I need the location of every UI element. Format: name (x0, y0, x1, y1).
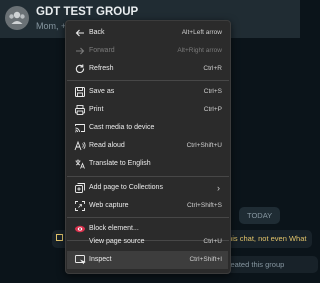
menu-item-read-aloud[interactable]: Read aloud Ctrl+Shift+U (67, 137, 228, 155)
menu-item-shortcut: Ctrl+P (203, 106, 222, 113)
encryption-notice-text: this chat, not even What (226, 234, 307, 243)
menu-item-label: Web capture (89, 202, 129, 209)
menu-item-shortcut: Ctrl+R (203, 65, 222, 72)
menu-item-view-source[interactable]: View page source Ctrl+U (67, 233, 228, 251)
cast-icon (74, 122, 86, 134)
menu-item-forward[interactable]: Forward Alt+Right arrow (67, 42, 228, 60)
menu-item-add-to-collections[interactable]: Add page to Collections › (67, 179, 228, 197)
menu-item-shortcut: Ctrl+U (203, 238, 222, 245)
menu-item-shortcut: Ctrl+Shift+U (186, 142, 222, 149)
menu-item-shortcut: Ctrl+S (203, 88, 222, 95)
menu-item-label: Add page to Collections (89, 184, 163, 191)
menu-item-label: Read aloud (89, 142, 125, 149)
menu-item-inspect[interactable]: Inspect Ctrl+Shift+I (67, 251, 228, 269)
menu-separator (67, 176, 229, 177)
menu-item-label: View page source (89, 238, 145, 245)
menu-separator (67, 217, 229, 218)
chevron-right-icon: › (217, 183, 220, 193)
menu-item-web-capture[interactable]: Web capture Ctrl+Shift+S (67, 197, 228, 215)
back-arrow-icon (74, 27, 86, 39)
save-icon (74, 86, 86, 98)
menu-item-label: Refresh (89, 65, 114, 72)
menu-item-translate[interactable]: Translate to English (67, 155, 228, 173)
inspect-icon (74, 254, 86, 266)
group-avatar[interactable] (5, 6, 29, 30)
menu-item-label: Back (89, 29, 105, 36)
menu-item-label: Cast media to device (89, 124, 155, 131)
menu-item-label: Inspect (89, 256, 112, 263)
menu-item-shortcut: Ctrl+Shift+I (189, 256, 222, 263)
menu-item-shortcut: Ctrl+Shift+S (186, 202, 222, 209)
print-icon (74, 104, 86, 116)
menu-item-cast-media[interactable]: Cast media to device (67, 119, 228, 137)
lock-icon (56, 234, 63, 241)
menu-item-save-as[interactable]: Save as Ctrl+S (67, 83, 228, 101)
menu-item-label: Save as (89, 88, 115, 95)
menu-item-back[interactable]: Back Alt+Left arrow (67, 24, 228, 42)
chat-title[interactable]: GDT TEST GROUP (36, 6, 138, 18)
group-avatar-icon (9, 11, 25, 24)
date-badge: TODAY (239, 207, 281, 224)
menu-item-shortcut: Alt+Right arrow (177, 47, 222, 54)
menu-item-refresh[interactable]: Refresh Ctrl+R (67, 60, 228, 78)
web-capture-icon (74, 200, 86, 212)
context-menu: Back Alt+Left arrow Forward Alt+Right ar… (65, 20, 231, 274)
menu-item-label: Translate to English (89, 160, 151, 167)
forward-arrow-icon (74, 45, 86, 57)
menu-item-label: Print (89, 106, 104, 113)
menu-item-print[interactable]: Print Ctrl+P (67, 101, 228, 119)
menu-item-shortcut: Alt+Left arrow (181, 29, 222, 36)
menu-item-label: Forward (89, 47, 115, 54)
collections-icon (74, 182, 86, 194)
read-aloud-icon (74, 140, 86, 152)
refresh-icon (74, 63, 86, 75)
menu-separator (67, 80, 229, 81)
translate-icon (74, 158, 86, 170)
